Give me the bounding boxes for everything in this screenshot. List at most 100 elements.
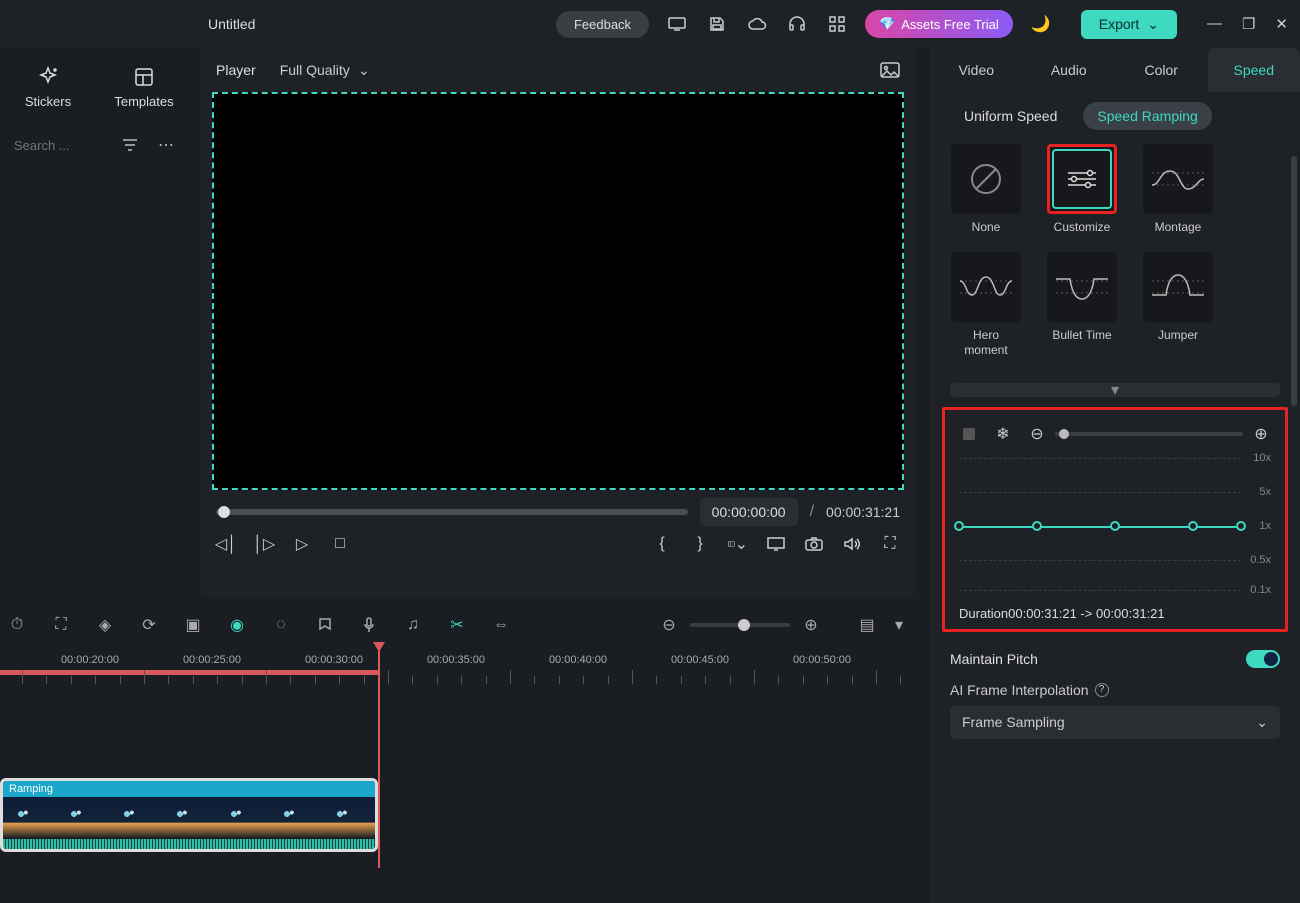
crop-icon[interactable]: ⛶ bbox=[50, 616, 72, 634]
preset-jumper[interactable]: Jumper bbox=[1142, 252, 1214, 359]
info-icon[interactable]: ? bbox=[1095, 683, 1109, 697]
timeline-more-icon[interactable]: ▾ bbox=[888, 615, 910, 635]
playback-scrubber[interactable] bbox=[216, 509, 688, 515]
save-icon[interactable] bbox=[701, 8, 733, 40]
camera-tl-icon[interactable]: ▣ bbox=[182, 615, 204, 635]
timeline-ruler[interactable]: 00:00:20:00 00:00:25:00 00:00:30:00 00:0… bbox=[0, 646, 916, 684]
step-forward-icon[interactable]: │▷ bbox=[254, 534, 274, 554]
close-icon[interactable]: ✕ bbox=[1275, 15, 1288, 33]
quality-select[interactable]: Full Quality bbox=[272, 58, 378, 82]
preset-montage[interactable]: Montage bbox=[1142, 144, 1214, 236]
zoom-out-icon[interactable]: ⊖ bbox=[1027, 424, 1047, 444]
camera-icon[interactable] bbox=[804, 537, 824, 551]
export-button[interactable]: Export ⌄ bbox=[1081, 10, 1177, 39]
volume-icon[interactable] bbox=[842, 537, 862, 551]
split-icon[interactable]: ✂ bbox=[446, 615, 468, 635]
ramp-node[interactable] bbox=[1032, 521, 1042, 531]
keyframe-square-icon[interactable] bbox=[959, 424, 979, 444]
feedback-button[interactable]: Feedback bbox=[556, 11, 649, 38]
timeline-view-icon[interactable]: ▤ bbox=[856, 615, 878, 635]
bracket-in-icon[interactable]: { bbox=[652, 535, 672, 553]
moon-icon[interactable]: 🌙 bbox=[1025, 8, 1057, 40]
image-icon[interactable] bbox=[880, 62, 900, 78]
tab-templates[interactable]: Templates bbox=[96, 58, 192, 117]
ruler-tick-label: 00:00:45:00 bbox=[671, 654, 729, 666]
speed-icon[interactable]: ⟳ bbox=[138, 615, 160, 635]
ramp-node[interactable] bbox=[954, 521, 964, 531]
display-icon[interactable] bbox=[766, 537, 786, 551]
maintain-pitch-label: Maintain Pitch bbox=[950, 651, 1038, 667]
clip-thumbnail bbox=[162, 797, 215, 839]
timer-icon[interactable]: ⏱ bbox=[6, 616, 28, 634]
timeline-zoom-slider[interactable] bbox=[690, 623, 790, 627]
tab-speed[interactable]: Speed bbox=[1208, 48, 1300, 92]
timeline-zoom-in-icon[interactable]: ⊕ bbox=[800, 615, 822, 635]
ruler-tick-label: 00:00:25:00 bbox=[183, 654, 241, 666]
preset-none[interactable]: None bbox=[950, 144, 1022, 236]
ai-icon[interactable]: ◉ bbox=[226, 615, 248, 635]
mask-icon[interactable]: ◌ bbox=[270, 616, 292, 634]
assets-free-trial-button[interactable]: 💎 Assets Free Trial bbox=[865, 10, 1013, 38]
timeline-playhead[interactable] bbox=[378, 648, 380, 868]
preset-jumper-label: Jumper bbox=[1158, 328, 1198, 344]
preset-hero-moment[interactable]: Hero moment bbox=[950, 252, 1022, 359]
frame-interpolation-select[interactable]: Frame Sampling ⌄ bbox=[950, 706, 1280, 739]
current-time: 00:00:00:00 bbox=[700, 498, 798, 526]
preset-hero-label: Hero moment bbox=[950, 328, 1022, 359]
preview-canvas[interactable] bbox=[212, 92, 904, 490]
expand-presets-button[interactable]: ▾ bbox=[950, 383, 1280, 397]
subtab-uniform-speed[interactable]: Uniform Speed bbox=[950, 102, 1071, 130]
preset-bullet-label: Bullet Time bbox=[1052, 328, 1111, 344]
gem-icon: 💎 bbox=[879, 16, 895, 32]
filter-icon[interactable] bbox=[112, 134, 148, 156]
templates-icon bbox=[133, 66, 155, 88]
more-icon[interactable]: ⋯ bbox=[148, 131, 184, 159]
search-input[interactable] bbox=[8, 132, 112, 159]
cloud-icon[interactable] bbox=[741, 8, 773, 40]
preset-bullet-time[interactable]: Bullet Time bbox=[1046, 252, 1118, 359]
panel-scrollbar[interactable] bbox=[1291, 156, 1297, 406]
clip-thumbnail bbox=[269, 797, 322, 839]
time-separator: / bbox=[810, 503, 814, 521]
preset-customize[interactable]: Customize bbox=[1046, 144, 1118, 236]
graph-label-10x: 10x bbox=[1253, 452, 1271, 464]
ramp-node[interactable] bbox=[1188, 521, 1198, 531]
screen-icon[interactable] bbox=[661, 8, 693, 40]
ai-interp-label: AI Frame Interpolation bbox=[950, 682, 1089, 698]
ramp-node[interactable] bbox=[1110, 521, 1120, 531]
ratio-icon[interactable]: ⌄ bbox=[728, 534, 748, 554]
clip-thumbnail bbox=[216, 797, 269, 839]
fit-icon[interactable]: ⇔ bbox=[490, 616, 512, 634]
freeze-frame-icon[interactable]: ❄ bbox=[993, 424, 1013, 444]
graph-label-1x: 1x bbox=[1259, 520, 1271, 532]
subtab-speed-ramping[interactable]: Speed Ramping bbox=[1083, 102, 1211, 130]
music-icon[interactable]: ♫ bbox=[402, 616, 424, 634]
montage-wave-icon bbox=[1150, 161, 1206, 197]
bracket-out-icon[interactable]: } bbox=[690, 535, 710, 553]
timeline-zoom-out-icon[interactable]: ⊖ bbox=[658, 615, 680, 635]
ramp-graph[interactable]: 10x 5x 1x 0.5x 0.1x bbox=[959, 456, 1271, 592]
skip-back-icon[interactable]: ◁│ bbox=[216, 534, 236, 554]
tab-video[interactable]: Video bbox=[930, 48, 1023, 92]
fullscreen-icon[interactable]: ⛶ bbox=[880, 535, 900, 553]
duration-value: 00:00:31:21 -> 00:00:31:21 bbox=[1008, 606, 1165, 621]
marker-icon[interactable] bbox=[314, 617, 336, 633]
ramp-node[interactable] bbox=[1236, 521, 1246, 531]
maximize-icon[interactable]: ❐ bbox=[1242, 15, 1255, 33]
ramp-zoom-slider[interactable] bbox=[1055, 432, 1243, 436]
play-icon[interactable]: ▷ bbox=[292, 534, 312, 554]
mic-icon[interactable] bbox=[358, 617, 380, 633]
tab-stickers[interactable]: Stickers bbox=[0, 58, 96, 117]
headphones-icon[interactable] bbox=[781, 8, 813, 40]
stop-icon[interactable]: □ bbox=[330, 535, 350, 553]
sparkle-icon bbox=[37, 66, 59, 88]
timeline-clip[interactable]: Ramping bbox=[0, 778, 378, 852]
tab-audio[interactable]: Audio bbox=[1023, 48, 1116, 92]
grid-icon[interactable] bbox=[821, 8, 853, 40]
keyframe-icon[interactable]: ◈ bbox=[94, 615, 116, 635]
tab-color[interactable]: Color bbox=[1115, 48, 1208, 92]
maintain-pitch-toggle[interactable] bbox=[1246, 650, 1280, 668]
ruler-tick-label: 00:00:30:00 bbox=[305, 654, 363, 666]
zoom-in-icon[interactable]: ⊕ bbox=[1251, 424, 1271, 444]
minimize-icon[interactable]: — bbox=[1207, 15, 1222, 33]
